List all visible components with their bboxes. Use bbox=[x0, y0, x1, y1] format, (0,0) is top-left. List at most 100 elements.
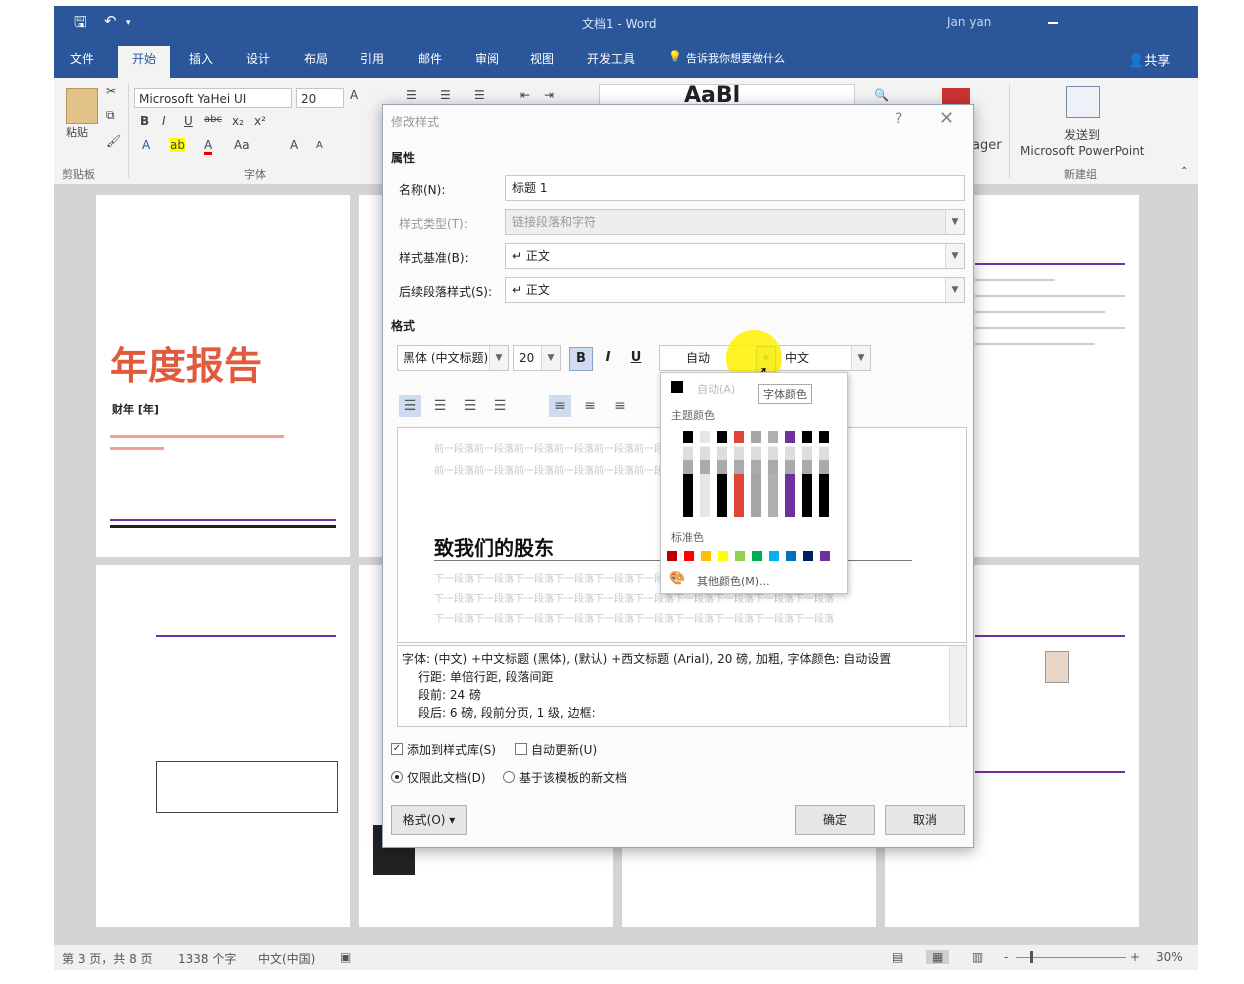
standard-color-swatch[interactable] bbox=[735, 551, 745, 561]
chevron-down-icon[interactable]: ▼ bbox=[851, 346, 870, 370]
format-painter-icon[interactable]: 🖌 bbox=[106, 134, 121, 148]
zoom-level[interactable]: 30% bbox=[1156, 950, 1183, 964]
theme-color-swatch[interactable] bbox=[819, 431, 829, 517]
undo-icon[interactable]: ↶ bbox=[104, 12, 117, 30]
theme-color-swatch[interactable] bbox=[751, 431, 761, 517]
script-select[interactable]: 中文 ▼ bbox=[779, 345, 871, 371]
page-cover[interactable]: 年度报告 财年 [年] bbox=[96, 195, 350, 557]
underline-icon[interactable]: U bbox=[184, 114, 193, 128]
text-effects-icon[interactable]: A bbox=[142, 138, 150, 152]
standard-color-swatch[interactable] bbox=[684, 551, 694, 561]
font-size-combo[interactable]: 20 bbox=[296, 88, 344, 108]
send-to-powerpoint-label[interactable]: Microsoft PowerPoint bbox=[1020, 144, 1145, 158]
ok-button[interactable]: 确定 bbox=[795, 805, 875, 835]
tab-insert[interactable]: 插入 bbox=[189, 50, 213, 67]
copy-icon[interactable]: ⧉ bbox=[106, 108, 115, 123]
word-count[interactable]: 1338 个字 bbox=[178, 950, 236, 967]
align-right-icon[interactable]: ☰ bbox=[459, 395, 481, 417]
theme-color-swatch[interactable] bbox=[734, 431, 744, 517]
theme-color-swatch[interactable] bbox=[717, 431, 727, 517]
chevron-down-icon[interactable]: ▼ bbox=[541, 346, 560, 370]
web-layout-icon[interactable]: ▥ bbox=[972, 950, 983, 964]
new-documents-label[interactable]: 基于该模板的新文档 bbox=[519, 769, 627, 786]
manager-label[interactable]: ager bbox=[972, 138, 1002, 153]
add-to-gallery-checkbox[interactable]: ✓ bbox=[391, 743, 403, 755]
paste-icon[interactable] bbox=[66, 88, 98, 124]
standard-color-swatch[interactable] bbox=[803, 551, 813, 561]
user-name[interactable]: Jan yan bbox=[947, 15, 991, 29]
save-icon[interactable]: 🖫 bbox=[74, 12, 87, 37]
tab-file[interactable]: 文件 bbox=[70, 50, 94, 67]
name-field[interactable]: 标题 1 bbox=[505, 175, 965, 201]
auto-color-label[interactable]: 自动(A) bbox=[697, 381, 735, 397]
one-half-spacing-icon[interactable]: ≡ bbox=[579, 395, 601, 417]
share-button[interactable]: 👤共享 bbox=[1128, 50, 1170, 69]
bold-icon[interactable]: B bbox=[140, 114, 149, 128]
proofing-icon[interactable]: ▣ bbox=[340, 950, 351, 964]
tab-view[interactable]: 视图 bbox=[530, 50, 554, 67]
bullets-icon[interactable]: ☰ bbox=[406, 88, 417, 102]
subscript-icon[interactable]: x₂ bbox=[232, 114, 244, 128]
theme-color-swatch[interactable] bbox=[785, 431, 795, 517]
zoom-in-icon[interactable]: + bbox=[1130, 950, 1140, 964]
chevron-down-icon[interactable]: ▼ bbox=[945, 278, 964, 302]
strikethrough-icon[interactable]: abc bbox=[204, 114, 222, 125]
theme-color-swatch[interactable] bbox=[802, 431, 812, 517]
standard-color-swatch[interactable] bbox=[667, 551, 677, 561]
tab-layout[interactable]: 布局 bbox=[304, 50, 328, 67]
send-to-label[interactable]: 发送到 bbox=[1064, 126, 1100, 143]
language-indicator[interactable]: 中文(中国) bbox=[258, 950, 315, 967]
theme-color-grid[interactable] bbox=[683, 431, 843, 521]
based-on-select[interactable]: ↵ 正文 ▼ bbox=[505, 243, 965, 269]
underline-button[interactable]: U bbox=[625, 347, 647, 369]
page-count[interactable]: 第 3 页，共 8 页 bbox=[62, 950, 153, 967]
multilevel-list-icon[interactable]: ☰ bbox=[474, 88, 485, 102]
tab-mailings[interactable]: 邮件 bbox=[418, 50, 442, 67]
aa-size-icon[interactable]: Aa bbox=[234, 138, 250, 152]
auto-color-swatch[interactable] bbox=[671, 381, 683, 393]
find-icon[interactable]: 🔍 bbox=[874, 88, 889, 102]
collapse-ribbon-icon[interactable]: ⌃ bbox=[1180, 166, 1188, 177]
italic-button[interactable]: I bbox=[597, 347, 619, 369]
font-color-icon[interactable]: A bbox=[204, 138, 213, 155]
print-layout-icon[interactable]: ▦ bbox=[926, 950, 950, 964]
justify-icon[interactable]: ☰ bbox=[489, 395, 511, 417]
tab-references[interactable]: 引用 bbox=[360, 50, 384, 67]
single-spacing-icon[interactable]: ≡ bbox=[549, 395, 571, 417]
read-mode-icon[interactable]: ▤ bbox=[892, 950, 903, 964]
cancel-button[interactable]: 取消 bbox=[885, 805, 965, 835]
increase-indent-icon[interactable]: ⇥ bbox=[544, 88, 554, 102]
help-button[interactable]: ? bbox=[895, 111, 902, 127]
new-documents-radio[interactable] bbox=[503, 771, 515, 783]
size-select[interactable]: 20 ▼ bbox=[513, 345, 561, 371]
more-colors-label[interactable]: 其他颜色(M)... bbox=[697, 573, 770, 589]
minimize-icon[interactable] bbox=[1048, 22, 1058, 24]
standard-color-row[interactable] bbox=[667, 551, 847, 563]
font-select[interactable]: 黑体 (中文标题) ▼ bbox=[397, 345, 509, 371]
tab-design[interactable]: 设计 bbox=[246, 50, 270, 67]
undo-dropdown-icon[interactable]: ▾ bbox=[126, 18, 131, 28]
cut-icon[interactable]: ✂ bbox=[106, 84, 116, 98]
highlight-icon[interactable]: ab bbox=[170, 138, 185, 152]
grow-font-icon[interactable]: A bbox=[290, 138, 298, 152]
bold-button[interactable]: B bbox=[569, 347, 593, 371]
change-case-icon[interactable]: A bbox=[350, 88, 358, 102]
tab-home[interactable]: 开始 bbox=[118, 46, 171, 78]
standard-color-swatch[interactable] bbox=[786, 551, 796, 561]
standard-color-swatch[interactable] bbox=[769, 551, 779, 561]
zoom-slider-thumb[interactable] bbox=[1030, 951, 1033, 963]
standard-color-swatch[interactable] bbox=[820, 551, 830, 561]
add-to-gallery-label[interactable]: 添加到样式库(S) bbox=[407, 741, 496, 758]
tab-developer[interactable]: 开发工具 bbox=[587, 50, 635, 67]
theme-color-swatch[interactable] bbox=[700, 431, 710, 517]
auto-update-checkbox[interactable] bbox=[515, 743, 527, 755]
font-name-combo[interactable]: Microsoft YaHei UI bbox=[134, 88, 292, 108]
align-center-icon[interactable]: ☰ bbox=[429, 395, 451, 417]
description-scrollbar[interactable] bbox=[949, 646, 966, 726]
tell-me-search[interactable]: 告诉我你想要做什么 bbox=[686, 50, 785, 66]
auto-update-label[interactable]: 自动更新(U) bbox=[531, 741, 597, 758]
superscript-icon[interactable]: x² bbox=[254, 114, 266, 128]
standard-color-swatch[interactable] bbox=[752, 551, 762, 561]
paste-label[interactable]: 粘贴 bbox=[66, 124, 88, 140]
align-left-icon[interactable]: ☰ bbox=[399, 395, 421, 417]
